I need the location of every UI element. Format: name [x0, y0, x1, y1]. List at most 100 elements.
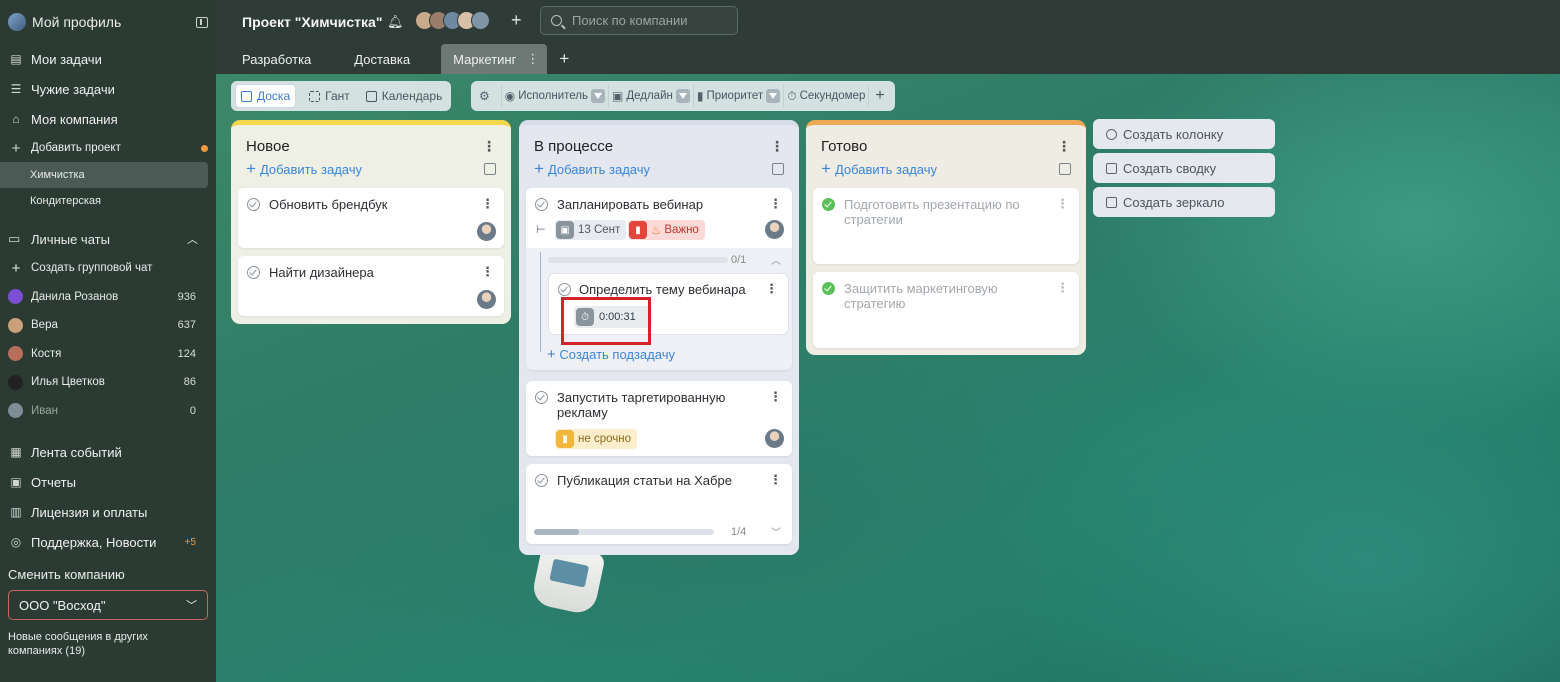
template-icon[interactable]: [1059, 163, 1071, 175]
create-mirror-button[interactable]: Создать зеркало: [1093, 187, 1275, 217]
gantt-icon: [309, 90, 321, 102]
filter-deadline[interactable]: ▣ Дедлайн: [607, 85, 693, 107]
check-icon[interactable]: [247, 198, 260, 211]
plus-circle-icon: [1106, 128, 1117, 140]
sidebar-item-reports[interactable]: ▣ Отчеты: [0, 467, 216, 497]
project-title[interactable]: Проект "Химчистка": [242, 14, 382, 30]
task-card[interactable]: Защитить маркетинговую стратегию ⋮: [813, 272, 1079, 348]
tab-development[interactable]: Разработка: [230, 44, 323, 74]
kebab-icon[interactable]: ⋮: [770, 138, 784, 155]
filter-priority[interactable]: ▮ Приоритет: [692, 85, 783, 107]
priority-icon: ▮: [696, 89, 704, 103]
funnel-icon[interactable]: [675, 89, 690, 103]
create-summary-button[interactable]: Создать сводку: [1093, 153, 1275, 183]
kebab-icon[interactable]: ⋮: [1056, 280, 1069, 296]
check-icon[interactable]: [535, 391, 548, 404]
chevron-down-icon[interactable]: ﹀: [771, 524, 781, 539]
chevron-up-icon[interactable]: ︿: [771, 252, 781, 267]
kebab-icon[interactable]: ⋮: [769, 196, 782, 212]
add-task-button[interactable]: + Добавить задачу: [806, 159, 1086, 179]
avatar: [477, 222, 496, 241]
deadline-badge[interactable]: ▣ 13 Сент: [555, 220, 627, 240]
task-card[interactable]: Подготовить презентацию по стратегии ⋮: [813, 188, 1079, 264]
user-icon: ◉: [504, 89, 516, 103]
search-icon: [551, 15, 562, 26]
task-card[interactable]: Найти дизайнера ⋮: [238, 256, 504, 316]
sidebar-project-himchistka[interactable]: Химчистка: [0, 162, 208, 188]
chat-item[interactable]: Данила Розанов 936: [0, 283, 216, 312]
task-card[interactable]: Обновить брендбук ⋮: [238, 188, 504, 248]
kebab-icon[interactable]: ⋮: [526, 51, 539, 67]
template-icon[interactable]: [484, 163, 496, 175]
project-members[interactable]: [415, 11, 490, 30]
chevron-up-icon[interactable]: ︿: [187, 231, 198, 247]
sidebar-item-support[interactable]: ◎ Поддержка, Новости +5: [0, 527, 216, 557]
kebab-icon[interactable]: ⋮: [482, 138, 496, 155]
sidebar-item-my-company[interactable]: ⌂ Моя компания: [0, 104, 216, 134]
sidebar-item-others-tasks[interactable]: ☰ Чужие задачи: [0, 74, 216, 104]
task-card[interactable]: Публикация статьи на Хабре ⋮ 1/4 ﹀: [526, 464, 792, 544]
kebab-icon[interactable]: ⋮: [481, 196, 494, 212]
bell-icon[interactable]: 🔔︎: [387, 14, 404, 30]
create-subtask-button[interactable]: + Создать подзадачу: [547, 346, 675, 363]
check-icon[interactable]: [535, 198, 548, 211]
priority-badge[interactable]: ▮ ♨ Важно: [628, 220, 705, 240]
view-calendar-button[interactable]: Календарь: [361, 84, 448, 108]
filter-stopwatch[interactable]: ⏱ Секундомер: [783, 85, 868, 107]
kebab-icon[interactable]: ⋮: [1056, 196, 1069, 212]
create-group-chat-button[interactable]: + Создать групповой чат: [0, 254, 216, 283]
other-companies-news[interactable]: Новые сообщения в других компаниях (19): [0, 630, 216, 658]
support-icon: ◎: [10, 535, 22, 549]
avatar: [8, 374, 23, 390]
check-icon[interactable]: [247, 266, 260, 279]
column-title: В процессе: [534, 137, 614, 155]
task-card[interactable]: Запустить таргетированную рекламу ⋮ ▮ не …: [526, 381, 792, 456]
chat-item[interactable]: Илья Цветков 86: [0, 368, 216, 397]
sidebar-item-events[interactable]: ▦ Лента событий: [0, 437, 216, 467]
kebab-icon[interactable]: ⋮: [769, 389, 782, 405]
add-task-button[interactable]: + Добавить задачу: [231, 159, 511, 179]
sidebar-item-license[interactable]: ▥ Лицензия и оплаты: [0, 497, 216, 527]
add-task-button[interactable]: + Добавить задачу: [519, 159, 799, 179]
priority-badge[interactable]: ▮ не срочно: [555, 429, 637, 449]
gear-icon: ⚙: [479, 89, 490, 103]
kebab-icon[interactable]: ⋮: [481, 264, 494, 280]
kebab-icon[interactable]: ⋮: [769, 472, 782, 488]
sidebar-project-konditerskaya[interactable]: Кондитерская: [0, 188, 208, 214]
funnel-icon[interactable]: [766, 89, 781, 103]
template-icon[interactable]: [772, 163, 784, 175]
tab-delivery[interactable]: Доставка: [342, 44, 422, 74]
add-project-button[interactable]: + Добавить проект: [0, 134, 216, 162]
fire-icon: ♨: [651, 225, 662, 237]
create-column-button[interactable]: Создать колонку: [1093, 119, 1275, 149]
check-done-icon[interactable]: [822, 198, 835, 211]
chat-item[interactable]: Костя 124: [0, 340, 216, 369]
project-header: Проект "Химчистка" 🔔︎ + Разработка Доста…: [216, 0, 1560, 74]
company-select[interactable]: ООО "Восход" ﹀: [8, 590, 208, 620]
chat-icon: ▭: [8, 231, 21, 246]
chat-item[interactable]: Вера 637: [0, 311, 216, 340]
view-gantt-button[interactable]: Гант: [304, 84, 355, 108]
add-tab-icon[interactable]: +: [559, 44, 569, 74]
sidebar-item-my-tasks[interactable]: ▤ Мои задачи: [0, 44, 216, 74]
add-filter-icon[interactable]: +: [868, 85, 890, 107]
search-input[interactable]: [572, 13, 722, 28]
sidebar-collapse-icon[interactable]: [196, 16, 208, 28]
view-board-button[interactable]: Доска: [235, 84, 297, 108]
kebab-icon[interactable]: ⋮: [1057, 138, 1071, 155]
chat-item[interactable]: Иван 0: [0, 397, 216, 426]
company-search[interactable]: [540, 6, 738, 35]
board-area: Проект "Химчистка" 🔔︎ + Разработка Доста…: [216, 0, 1560, 682]
check-icon[interactable]: [535, 474, 548, 487]
filter-assignee[interactable]: ◉ Исполнитель: [500, 85, 608, 107]
add-member-icon[interactable]: +: [511, 10, 522, 31]
profile-link[interactable]: Мой профиль: [0, 0, 216, 44]
settings-button[interactable]: ⚙: [475, 85, 501, 107]
check-done-icon[interactable]: [822, 282, 835, 295]
funnel-icon[interactable]: [590, 89, 605, 103]
tab-marketing[interactable]: Маркетинг ⋮: [441, 44, 548, 74]
check-icon[interactable]: [558, 283, 571, 296]
avatar: [765, 220, 784, 239]
kebab-icon[interactable]: ⋮: [765, 281, 778, 297]
personal-chats-header[interactable]: ▭ Личные чаты ︿: [0, 224, 216, 254]
